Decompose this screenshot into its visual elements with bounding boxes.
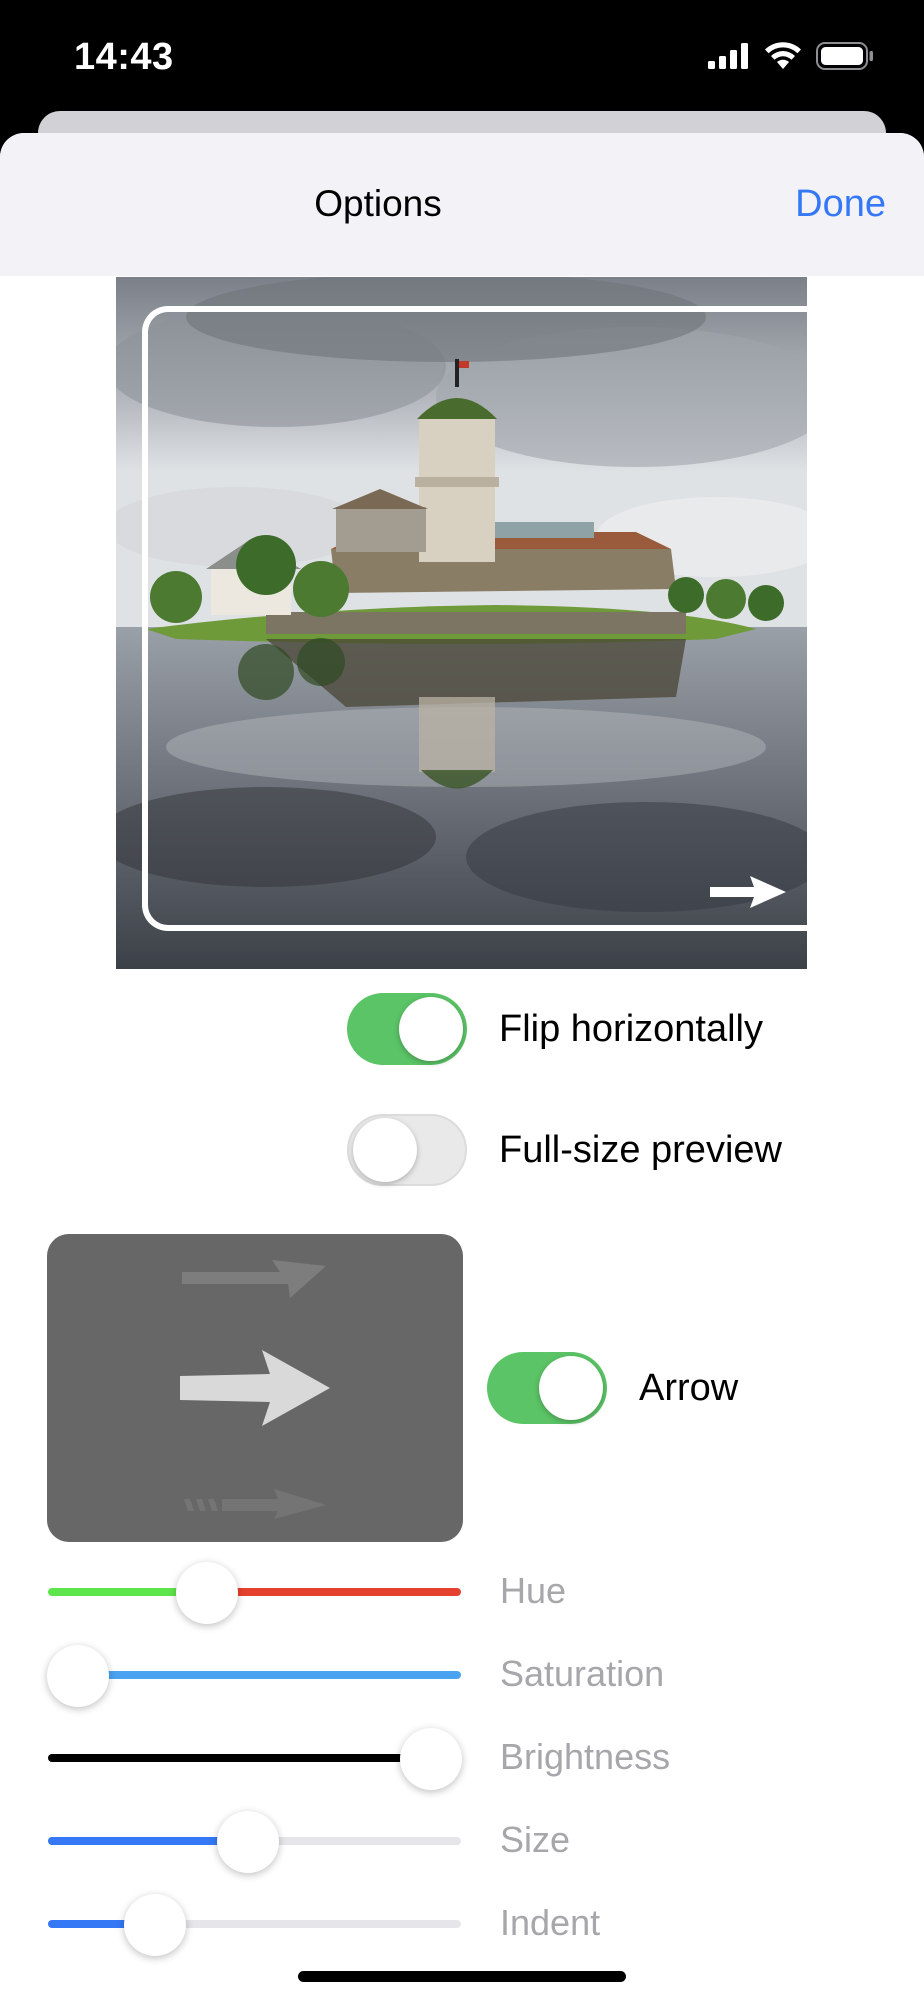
saturation-label: Saturation [500, 1653, 665, 1694]
size-slider[interactable] [48, 1811, 461, 1873]
flip-horizontally-toggle[interactable] [347, 993, 467, 1065]
arrow-label: Arrow [639, 1366, 739, 1409]
indent-label: Indent [500, 1902, 601, 1943]
brightness-label: Brightness [500, 1736, 671, 1777]
brightness-thumb[interactable] [400, 1728, 462, 1790]
full-size-preview-row: Full-size preview [347, 1114, 782, 1186]
battery-icon [816, 42, 873, 70]
status-time: 14:43 [74, 36, 174, 78]
options-sheet: Options Done Flip horizontally Full-size… [0, 133, 924, 2000]
navigation-bar: Options Done [0, 133, 924, 276]
arrow-style-curved-icon [182, 1260, 326, 1298]
size-label: Size [500, 1819, 571, 1860]
crop-frame[interactable] [142, 306, 807, 931]
hue-slider[interactable] [48, 1562, 461, 1624]
status-icons [708, 42, 874, 70]
saturation-slider[interactable] [47, 1645, 461, 1707]
hue-label: Hue [500, 1570, 567, 1611]
full-size-preview-toggle[interactable] [347, 1114, 467, 1186]
full-size-preview-label: Full-size preview [499, 1128, 782, 1171]
arrow-style-straight-icon [180, 1350, 330, 1426]
direction-arrow-icon [710, 876, 786, 908]
arrow-style-feathered-icon [184, 1489, 326, 1519]
arrow-toggle[interactable] [487, 1352, 607, 1424]
indent-slider[interactable] [48, 1894, 461, 1956]
indent-thumb[interactable] [124, 1894, 186, 1956]
image-preview [116, 277, 807, 969]
hue-track-right [218, 1588, 461, 1596]
done-button[interactable]: Done [795, 183, 886, 226]
saturation-thumb[interactable] [47, 1645, 109, 1707]
toggle-knob [399, 997, 463, 1061]
home-indicator [298, 1971, 626, 1982]
size-thumb[interactable] [217, 1811, 279, 1873]
status-bar: 14:43 [0, 0, 924, 120]
wifi-icon [765, 42, 801, 69]
brightness-slider[interactable] [48, 1728, 462, 1790]
flip-horizontally-row: Flip horizontally [347, 993, 763, 1065]
cellular-signal-icon [708, 43, 748, 69]
arrow-style-picker[interactable] [47, 1234, 463, 1542]
saturation-track [48, 1671, 461, 1679]
hue-thumb[interactable] [176, 1562, 238, 1624]
flip-horizontally-label: Flip horizontally [499, 1007, 763, 1050]
page-title: Options [314, 183, 442, 224]
arrow-row: Arrow [487, 1352, 738, 1424]
toggle-knob [539, 1356, 603, 1420]
toggle-knob [353, 1118, 417, 1182]
